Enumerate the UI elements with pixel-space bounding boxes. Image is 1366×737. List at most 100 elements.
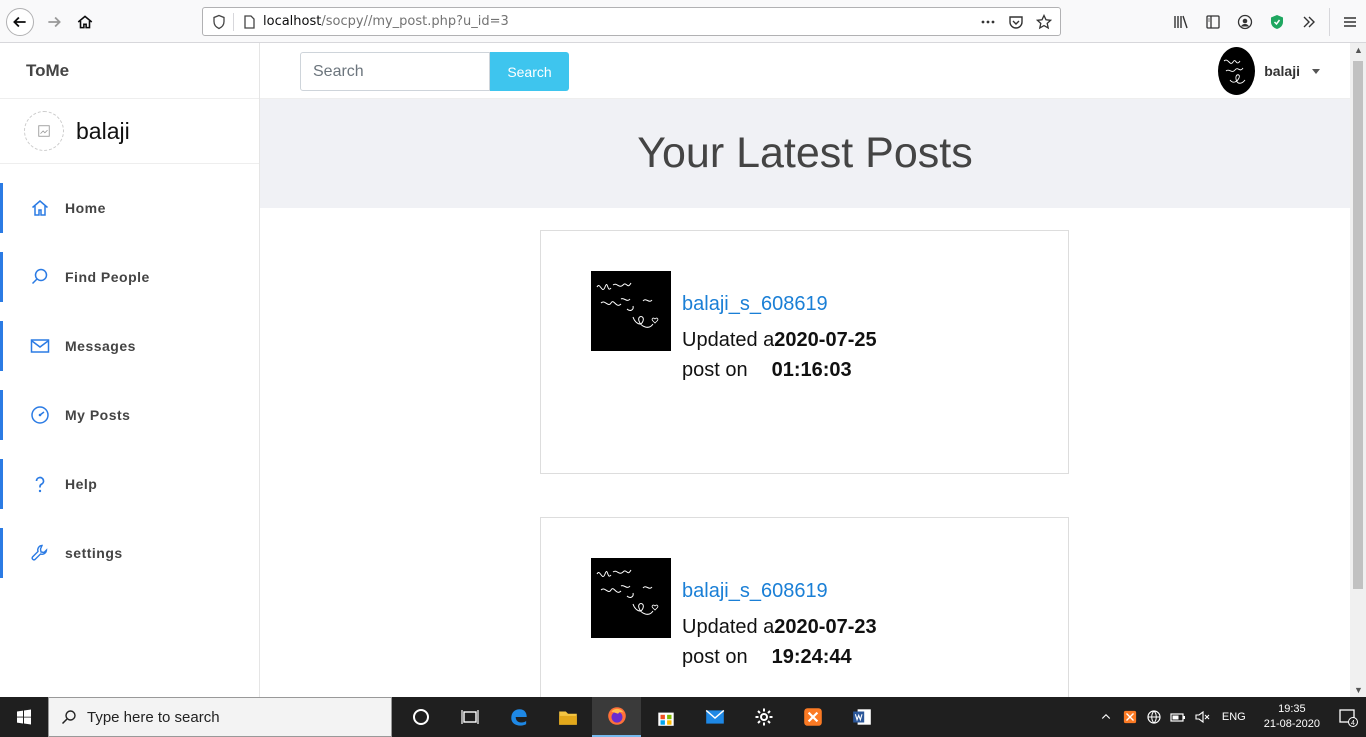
scroll-down-icon[interactable]: ▼ — [1354, 685, 1363, 695]
user-menu[interactable]: balaji — [1218, 47, 1320, 95]
firefox-icon[interactable] — [592, 697, 641, 737]
notification-center-button[interactable]: 4 — [1330, 697, 1366, 737]
windows-logo-icon — [17, 709, 31, 725]
profile-avatar[interactable] — [24, 111, 64, 151]
network-globe-icon[interactable] — [1142, 697, 1166, 737]
address-bar[interactable]: localhost/socpy//my_post.php?u_id=3 — [202, 7, 1061, 36]
mail-icon[interactable] — [690, 697, 739, 737]
settings-gear-icon[interactable] — [739, 697, 788, 737]
edge-icon[interactable] — [494, 697, 543, 737]
taskbar-search[interactable]: Type here to search — [48, 697, 392, 737]
home-icon — [77, 15, 93, 29]
post-image[interactable] — [591, 558, 671, 638]
clock-date: 21-08-2020 — [1263, 718, 1320, 730]
sidebar-item-messages[interactable]: Messages — [0, 321, 259, 371]
post-image[interactable] — [591, 271, 671, 351]
xampp-icon[interactable] — [788, 697, 837, 737]
sidebar: ToMe balaji Home Find People Messages My… — [0, 43, 260, 697]
arrow-left-icon — [13, 16, 26, 28]
scroll-up-icon[interactable]: ▲ — [1354, 45, 1363, 55]
taskbar-search-placeholder: Type here to search — [87, 708, 220, 726]
post-time-line: post on 01:16:03 — [682, 359, 852, 382]
post-date: 2020-07-25 — [774, 329, 877, 351]
dashboard-icon — [29, 404, 51, 426]
question-icon — [29, 473, 51, 495]
windows-taskbar: Type here to search ENG 19:35 21-08-2020… — [0, 697, 1366, 737]
post-card: balaji_s_608619 Updated a2020-07-23 post… — [540, 517, 1069, 697]
broken-image-icon — [38, 125, 50, 137]
battery-icon[interactable] — [1166, 697, 1190, 737]
post-on-label: post on — [682, 646, 748, 668]
post-author-link[interactable]: balaji_s_608619 — [682, 580, 828, 603]
page-icon[interactable] — [241, 14, 257, 30]
shield-icon[interactable] — [211, 14, 227, 30]
sidebar-item-find-people[interactable]: Find People — [0, 252, 259, 302]
cortana-icon[interactable] — [396, 697, 445, 737]
start-button[interactable] — [0, 697, 48, 737]
scroll-thumb[interactable] — [1353, 61, 1363, 589]
brand-logo[interactable]: ToMe — [0, 43, 259, 99]
handwritten-post-art — [596, 282, 659, 328]
sidebar-item-my-posts[interactable]: My Posts — [0, 390, 259, 440]
handwritten-post-art — [596, 569, 659, 615]
post-updated-line: Updated a2020-07-23 — [682, 616, 877, 639]
notification-count: 4 — [1351, 720, 1355, 727]
caret-down-icon[interactable] — [1312, 68, 1320, 74]
task-view-icon[interactable] — [445, 697, 494, 737]
url-text[interactable]: localhost/socpy//my_post.php?u_id=3 — [263, 14, 509, 29]
url-separator — [233, 13, 234, 31]
browser-toolbar-right — [1165, 8, 1366, 36]
reader-view-icon[interactable] — [1197, 8, 1229, 36]
library-icon[interactable] — [1165, 8, 1197, 36]
wrench-icon — [29, 542, 51, 564]
search-input[interactable] — [300, 52, 490, 91]
pocket-icon[interactable] — [1006, 12, 1026, 32]
post-time: 19:24:44 — [771, 646, 852, 668]
url-path: /socpy//my_post.php?u_id=3 — [321, 14, 509, 29]
sidebar-item-label: Home — [65, 200, 106, 216]
xampp-tray-icon[interactable] — [1118, 697, 1142, 737]
main-content: Your Latest Posts balaji_s_608619 Update… — [260, 99, 1350, 697]
app-topbar: Search balaji — [260, 43, 1350, 99]
overflow-chevron-icon[interactable] — [1293, 8, 1325, 36]
arrow-right-icon — [48, 16, 61, 28]
post-updated-label: Updated a — [682, 329, 775, 351]
post-on-label: post on — [682, 359, 748, 381]
sidebar-item-label: Find People — [65, 269, 150, 285]
search-button[interactable]: Search — [490, 52, 569, 91]
taskbar-clock[interactable]: 19:35 21-08-2020 — [1264, 702, 1320, 732]
toolbar-separator — [1329, 8, 1330, 36]
mail-icon — [29, 335, 51, 357]
more-actions-icon[interactable] — [978, 12, 998, 32]
post-date: 2020-07-23 — [774, 616, 877, 638]
profile-name: balaji — [76, 117, 130, 144]
page-scrollbar[interactable]: ▲ ▼ — [1350, 43, 1366, 697]
avatar[interactable] — [1218, 47, 1256, 95]
sidebar-item-settings[interactable]: settings — [0, 528, 259, 578]
account-icon[interactable] — [1229, 8, 1261, 36]
forward-button[interactable] — [40, 8, 68, 36]
post-updated-line: Updated a2020-07-25 — [682, 329, 877, 352]
file-explorer-icon[interactable] — [543, 697, 592, 737]
post-author-link[interactable]: balaji_s_608619 — [682, 293, 828, 316]
sidebar-item-label: settings — [65, 545, 123, 561]
chevron-up-icon[interactable] — [1094, 697, 1118, 737]
word-icon[interactable] — [837, 697, 886, 737]
store-icon[interactable] — [641, 697, 690, 737]
sidebar-item-help[interactable]: Help — [0, 459, 259, 509]
system-tray: ENG 19:35 21-08-2020 4 — [1094, 697, 1366, 737]
user-name: balaji — [1264, 63, 1300, 79]
url-host: localhost — [263, 14, 322, 29]
language-indicator[interactable]: ENG — [1222, 711, 1246, 723]
back-button[interactable] — [6, 8, 34, 36]
extension-shield-icon[interactable] — [1261, 8, 1293, 36]
bookmark-star-icon[interactable] — [1034, 12, 1054, 32]
search-icon — [29, 266, 51, 288]
sidebar-item-label: My Posts — [65, 407, 131, 423]
url-actions — [978, 12, 1054, 32]
hamburger-menu-icon[interactable] — [1334, 8, 1366, 36]
sidebar-item-home[interactable]: Home — [0, 183, 259, 233]
home-button[interactable] — [71, 8, 99, 36]
home-icon — [29, 197, 51, 219]
volume-muted-icon[interactable] — [1190, 697, 1214, 737]
